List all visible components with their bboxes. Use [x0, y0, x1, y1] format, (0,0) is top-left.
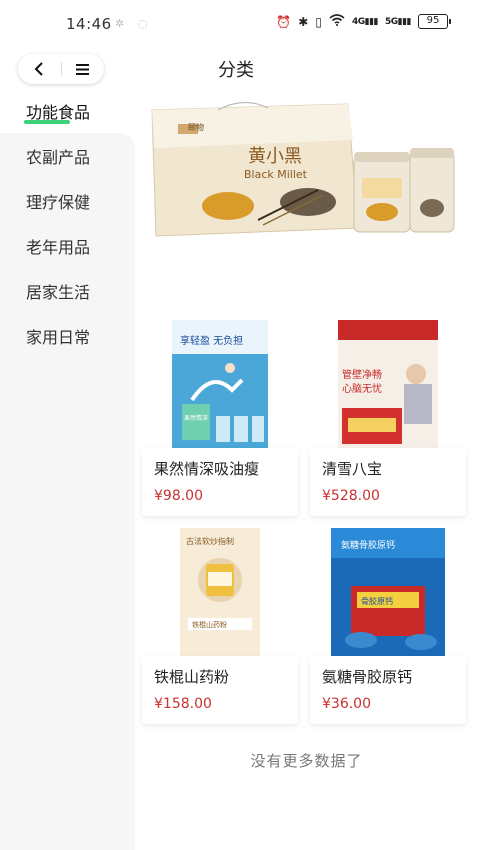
sidebar-item-home-life[interactable]: 居家生活: [0, 268, 135, 313]
product-info: 果然情深吸油瘦 ¥98.00: [142, 448, 298, 516]
banner-brand-en: Black Millet: [244, 168, 308, 181]
product-card[interactable]: 享轻盈 无负担 果然情深 果然情深吸油瘦 ¥98.00: [142, 320, 298, 516]
sidebar-item-functional-food[interactable]: 功能食品: [0, 88, 135, 133]
battery-icon: 95: [418, 14, 451, 29]
product-image-brand: 铁棍山药粉: [192, 620, 227, 629]
product-name: 清雪八宝: [322, 460, 383, 478]
product-image: 享轻盈 无负担 果然情深: [142, 320, 298, 448]
banner-brand-name: 黄小黑: [248, 146, 302, 167]
nav-capsule: [18, 54, 104, 84]
signal-5g-label: 5G: [384, 16, 398, 27]
product-price: ¥36.00: [322, 696, 371, 712]
product-image-slogan: 古法软炒指制: [186, 536, 234, 546]
product-image-slogan: 氨糖骨胶原钙: [341, 539, 395, 551]
back-button[interactable]: [18, 54, 61, 84]
sidebar-item-agricultural[interactable]: 农副产品: [0, 133, 135, 178]
vibrate-icon: ▯: [315, 14, 322, 29]
signal-4g-label: 4G: [351, 16, 365, 27]
sidebar-item-label: 居家生活: [26, 282, 91, 302]
menu-button[interactable]: [61, 54, 104, 84]
menu-icon: [76, 63, 90, 75]
category-banner[interactable]: 黄小黑 Black Millet 颐物 米: [148, 100, 458, 252]
no-more-data-label: 没有更多数据了: [250, 752, 363, 770]
product-image: 氨糖骨胶原钙 骨胶原钙: [310, 528, 466, 656]
banner-brand-logo: 颐物: [188, 122, 204, 132]
alarm-icon: ⏰: [276, 14, 292, 29]
page-title: 分类: [218, 60, 254, 81]
sidebar-item-household[interactable]: 家用日常: [0, 313, 135, 358]
product-image-slogan-2: 心脑无忧: [342, 382, 382, 395]
active-indicator: [24, 120, 70, 124]
product-image: 管壁净畅 心脑无忧: [310, 320, 466, 448]
status-time: 14:46: [66, 15, 112, 33]
signal-4g-icon: 4G▮▮▮: [351, 16, 379, 27]
banner-image: 黄小黑 Black Millet 颐物 米: [148, 100, 458, 252]
bluetooth-icon: ✱: [298, 14, 309, 29]
product-image-art: 古法软炒指制 铁棍山药粉: [180, 528, 260, 656]
sidebar-item-label: 家用日常: [26, 327, 91, 347]
product-card[interactable]: 管壁净畅 心脑无忧 清雪八宝 ¥528.00: [310, 320, 466, 516]
sidebar-item-label: 老年用品: [26, 237, 91, 257]
product-image-slogan: 享轻盈 无负担: [180, 334, 243, 347]
product-info: 氨糖骨胶原钙 ¥36.00: [310, 656, 466, 724]
product-card[interactable]: 氨糖骨胶原钙 骨胶原钙 氨糖骨胶原钙 ¥36.00: [310, 528, 466, 724]
category-sidebar: 功能食品 农副产品 理疗保健 老年用品 居家生活 家用日常: [0, 88, 135, 850]
sidebar-item-label: 理疗保健: [26, 192, 91, 212]
product-price: ¥98.00: [154, 488, 203, 504]
signal-5g-icon: 5G▮▮▮: [384, 16, 412, 27]
product-price: ¥158.00: [154, 696, 212, 712]
wifi-icon: [329, 14, 345, 29]
sidebar-item-elderly[interactable]: 老年用品: [0, 223, 135, 268]
notification-icon: ✲: [115, 17, 125, 30]
product-name: 铁棍山药粉: [154, 668, 230, 686]
status-icons: ⏰ ✱ ▯ 4G▮▮▮ 5G▮▮▮ 95: [276, 14, 451, 29]
product-image-brand: 骨胶原钙: [361, 596, 393, 606]
product-image-brand: 果然情深: [184, 414, 208, 422]
product-image-art: 管壁净畅 心脑无忧: [338, 320, 438, 448]
sidebar-item-label: 功能食品: [26, 102, 91, 122]
product-card[interactable]: 古法软炒指制 铁棍山药粉 铁棍山药粉 ¥158.00: [142, 528, 298, 724]
product-image-art: 享轻盈 无负担 果然情深: [172, 320, 268, 448]
product-name: 氨糖骨胶原钙: [322, 668, 413, 686]
sidebar-item-therapy[interactable]: 理疗保健: [0, 178, 135, 223]
sidebar-item-label: 农副产品: [26, 147, 91, 167]
product-info: 铁棍山药粉 ¥158.00: [142, 656, 298, 724]
product-image: 古法软炒指制 铁棍山药粉: [142, 528, 298, 656]
product-price: ¥528.00: [322, 488, 380, 504]
battery-level: 95: [426, 15, 440, 26]
product-image-art: 氨糖骨胶原钙 骨胶原钙: [331, 528, 445, 656]
product-image-slogan: 管壁净畅: [342, 368, 382, 381]
product-name: 果然情深吸油瘦: [154, 460, 260, 478]
chat-icon: ◌: [138, 17, 148, 30]
product-info: 清雪八宝 ¥528.00: [310, 448, 466, 516]
chevron-left-icon: [34, 62, 43, 76]
status-bar: 14:46 ✲ ◌ ⏰ ✱ ▯ 4G▮▮▮ 5G▮▮▮ 95: [0, 0, 478, 50]
